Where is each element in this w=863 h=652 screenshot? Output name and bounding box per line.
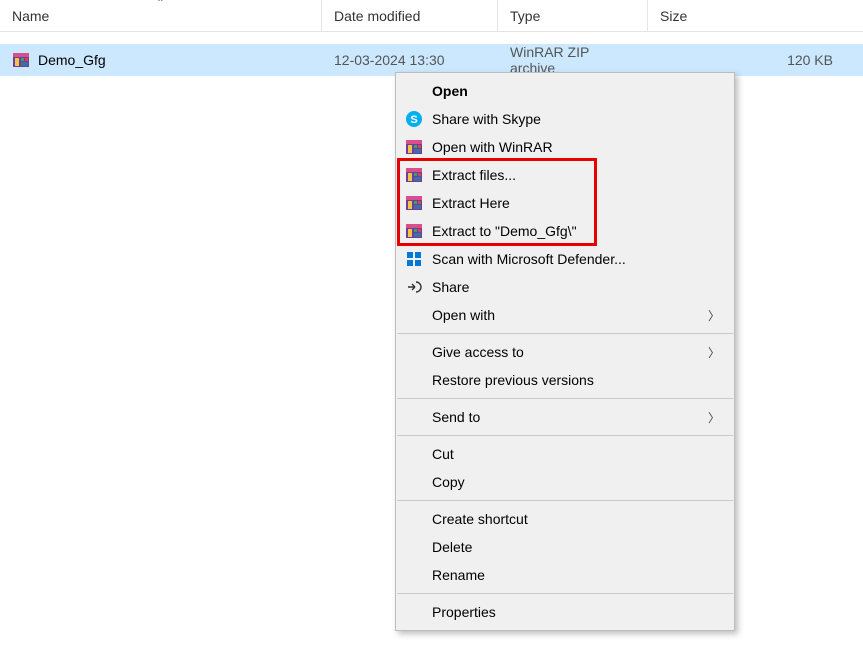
menu-copy-label: Copy — [404, 474, 720, 490]
menu-separator — [397, 398, 733, 399]
menu-separator — [397, 500, 733, 501]
column-header-size[interactable]: Size — [648, 0, 863, 31]
menu-delete[interactable]: Delete — [396, 533, 734, 561]
menu-open[interactable]: Open — [396, 77, 734, 105]
menu-separator — [397, 435, 733, 436]
menu-send-to-label: Send to — [404, 409, 708, 425]
menu-extract-here[interactable]: Extract Here — [396, 189, 734, 217]
sort-ascending-icon: ⌃ — [156, 0, 164, 9]
winrar-icon — [404, 221, 424, 241]
menu-send-to[interactable]: Send to 〉 — [396, 403, 734, 431]
chevron-right-icon: 〉 — [708, 409, 720, 426]
file-date-cell: 12-03-2024 13:30 — [322, 52, 498, 68]
menu-extract-files[interactable]: Extract files... — [396, 161, 734, 189]
menu-create-shortcut[interactable]: Create shortcut — [396, 505, 734, 533]
winrar-icon — [404, 137, 424, 157]
menu-extract-to-label: Extract to "Demo_Gfg\" — [432, 223, 720, 239]
winrar-file-icon — [12, 51, 30, 69]
menu-separator — [397, 593, 733, 594]
menu-scan-defender[interactable]: Scan with Microsoft Defender... — [396, 245, 734, 273]
menu-copy[interactable]: Copy — [396, 468, 734, 496]
skype-icon: S — [404, 109, 424, 129]
column-header-date[interactable]: Date modified — [322, 0, 498, 31]
winrar-icon — [404, 193, 424, 213]
defender-shield-icon — [404, 249, 424, 269]
menu-cut-label: Cut — [404, 446, 720, 462]
column-header-type[interactable]: Type — [498, 0, 648, 31]
menu-share-skype[interactable]: S Share with Skype — [396, 105, 734, 133]
menu-open-winrar-label: Open with WinRAR — [432, 139, 720, 155]
menu-share-skype-label: Share with Skype — [432, 111, 720, 127]
menu-properties-label: Properties — [404, 604, 720, 620]
menu-create-shortcut-label: Create shortcut — [404, 511, 720, 527]
file-name-cell: Demo_Gfg — [0, 51, 322, 69]
menu-share-label: Share — [432, 279, 720, 295]
menu-restore-previous[interactable]: Restore previous versions — [396, 366, 734, 394]
menu-give-access[interactable]: Give access to 〉 — [396, 338, 734, 366]
winrar-icon — [404, 165, 424, 185]
menu-scan-defender-label: Scan with Microsoft Defender... — [432, 251, 720, 267]
svg-text:S: S — [410, 114, 417, 126]
file-size-cell: 120 KB — [648, 52, 863, 68]
file-name-label: Demo_Gfg — [38, 52, 106, 68]
menu-open-winrar[interactable]: Open with WinRAR — [396, 133, 734, 161]
share-icon — [404, 277, 424, 297]
menu-open-with[interactable]: Open with 〉 — [396, 301, 734, 329]
chevron-right-icon: 〉 — [708, 344, 720, 361]
menu-extract-here-label: Extract Here — [432, 195, 720, 211]
column-header-size-label: Size — [660, 8, 687, 24]
menu-properties[interactable]: Properties — [396, 598, 734, 626]
column-header-type-label: Type — [510, 8, 540, 24]
column-header-name-label: Name — [12, 8, 49, 24]
menu-restore-previous-label: Restore previous versions — [404, 372, 720, 388]
menu-open-with-label: Open with — [404, 307, 708, 323]
column-header-date-label: Date modified — [334, 8, 420, 24]
column-header-name[interactable]: Name ⌃ — [0, 0, 322, 31]
menu-delete-label: Delete — [404, 539, 720, 555]
context-menu: Open S Share with Skype Open with WinRAR… — [395, 72, 735, 631]
menu-extract-to[interactable]: Extract to "Demo_Gfg\" — [396, 217, 734, 245]
menu-share[interactable]: Share — [396, 273, 734, 301]
menu-open-label: Open — [404, 83, 720, 99]
menu-cut[interactable]: Cut — [396, 440, 734, 468]
menu-extract-files-label: Extract files... — [432, 167, 720, 183]
column-header-row: Name ⌃ Date modified Type Size — [0, 0, 863, 32]
chevron-right-icon: 〉 — [708, 307, 720, 324]
menu-rename[interactable]: Rename — [396, 561, 734, 589]
menu-give-access-label: Give access to — [404, 344, 708, 360]
menu-separator — [397, 333, 733, 334]
menu-rename-label: Rename — [404, 567, 720, 583]
